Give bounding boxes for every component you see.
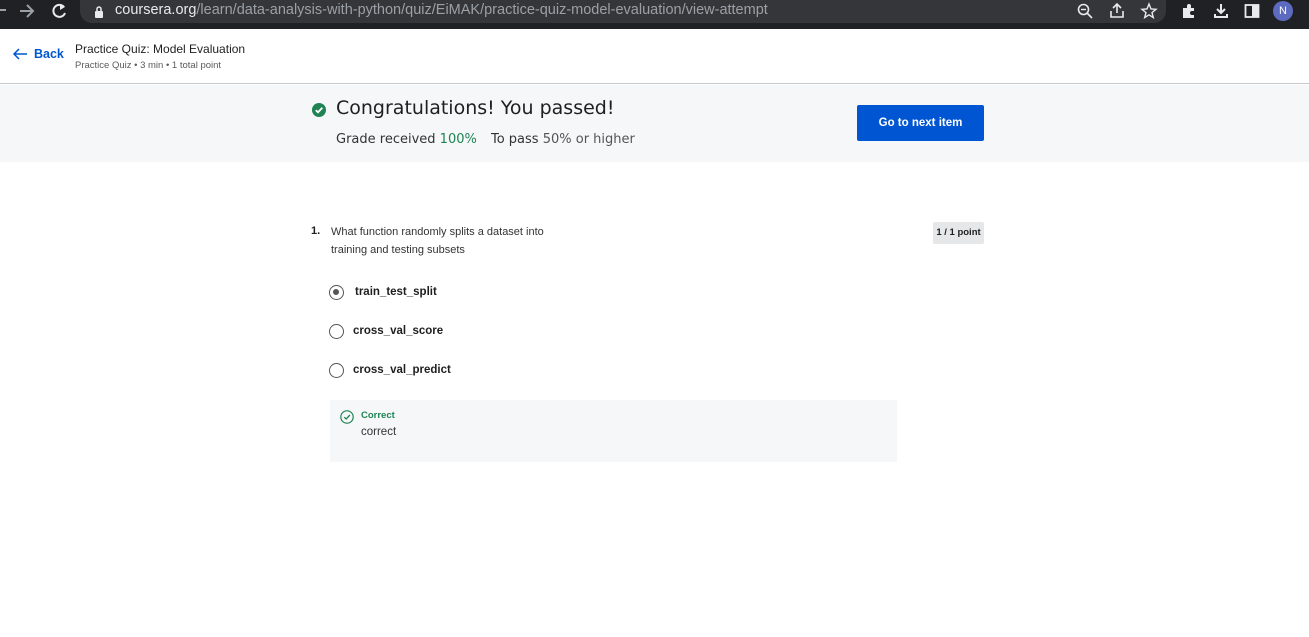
back-arrow-icon[interactable] (0, 0, 6, 22)
reload-icon[interactable] (50, 1, 68, 21)
url-path: /learn/data-analysis-with-python/quiz/Ei… (196, 2, 768, 18)
address-bar[interactable]: coursera.org/learn/data-analysis-with-py… (80, 0, 1166, 23)
pass-label: To pass (490, 132, 539, 147)
grade-value: 100% (439, 132, 477, 147)
question-number: 1. (311, 225, 321, 237)
option-label: cross_val_score (353, 325, 444, 337)
pass-threshold: 50% or higher (542, 132, 635, 147)
option-label: train_test_split (355, 286, 437, 298)
lock-icon (94, 3, 104, 18)
bookmark-star-icon[interactable] (1140, 2, 1158, 20)
check-circle-icon (312, 102, 326, 117)
answer-feedback: Correct correct (330, 400, 897, 462)
zoom-icon[interactable] (1076, 2, 1094, 20)
radio-icon[interactable] (329, 362, 344, 378)
url-host: coursera.org (115, 2, 197, 18)
question-text: What function randomly splits a dataset … (331, 226, 544, 256)
back-link[interactable]: Back (12, 47, 64, 61)
grade-summary: Grade received 100% To pass 50% or highe… (336, 132, 635, 147)
url-text: coursera.org/learn/data-analysis-with-py… (115, 2, 768, 18)
check-outline-icon (340, 409, 354, 424)
pass-headline: Congratulations! You passed! (336, 97, 615, 119)
feedback-status: Correct (361, 410, 395, 421)
browser-toolbar: coursera.org/learn/data-analysis-with-py… (0, 0, 1309, 29)
option-cross-val-score[interactable]: cross_val_score (329, 321, 443, 341)
option-cross-val-predict[interactable]: cross_val_predict (329, 360, 451, 380)
forward-arrow-icon[interactable] (18, 1, 36, 23)
result-banner: Congratulations! You passed! Grade recei… (0, 85, 1309, 162)
arrow-left-icon (12, 48, 27, 60)
grade-label: Grade received (336, 132, 436, 147)
quiz-meta: Practice Quiz • 3 min • 1 total point (75, 60, 222, 71)
profile-avatar[interactable]: N (1273, 1, 1293, 21)
download-icon[interactable] (1212, 2, 1230, 20)
extensions-icon[interactable] (1180, 2, 1198, 20)
option-train-test-split[interactable]: train_test_split (329, 282, 437, 302)
side-panel-icon[interactable] (1243, 2, 1261, 20)
points-badge: 1 / 1 point (933, 222, 984, 244)
radio-selected-icon[interactable] (329, 284, 344, 300)
back-label: Back (34, 47, 64, 61)
go-to-next-item-button[interactable]: Go to next item (857, 105, 984, 141)
quiz-title: Practice Quiz: Model Evaluation (75, 42, 246, 56)
share-icon[interactable] (1108, 2, 1126, 20)
option-label: cross_val_predict (353, 364, 451, 376)
radio-icon[interactable] (329, 323, 344, 339)
feedback-text: correct (361, 426, 397, 438)
quiz-header: Back Practice Quiz: Model Evaluation Pra… (0, 29, 1309, 84)
